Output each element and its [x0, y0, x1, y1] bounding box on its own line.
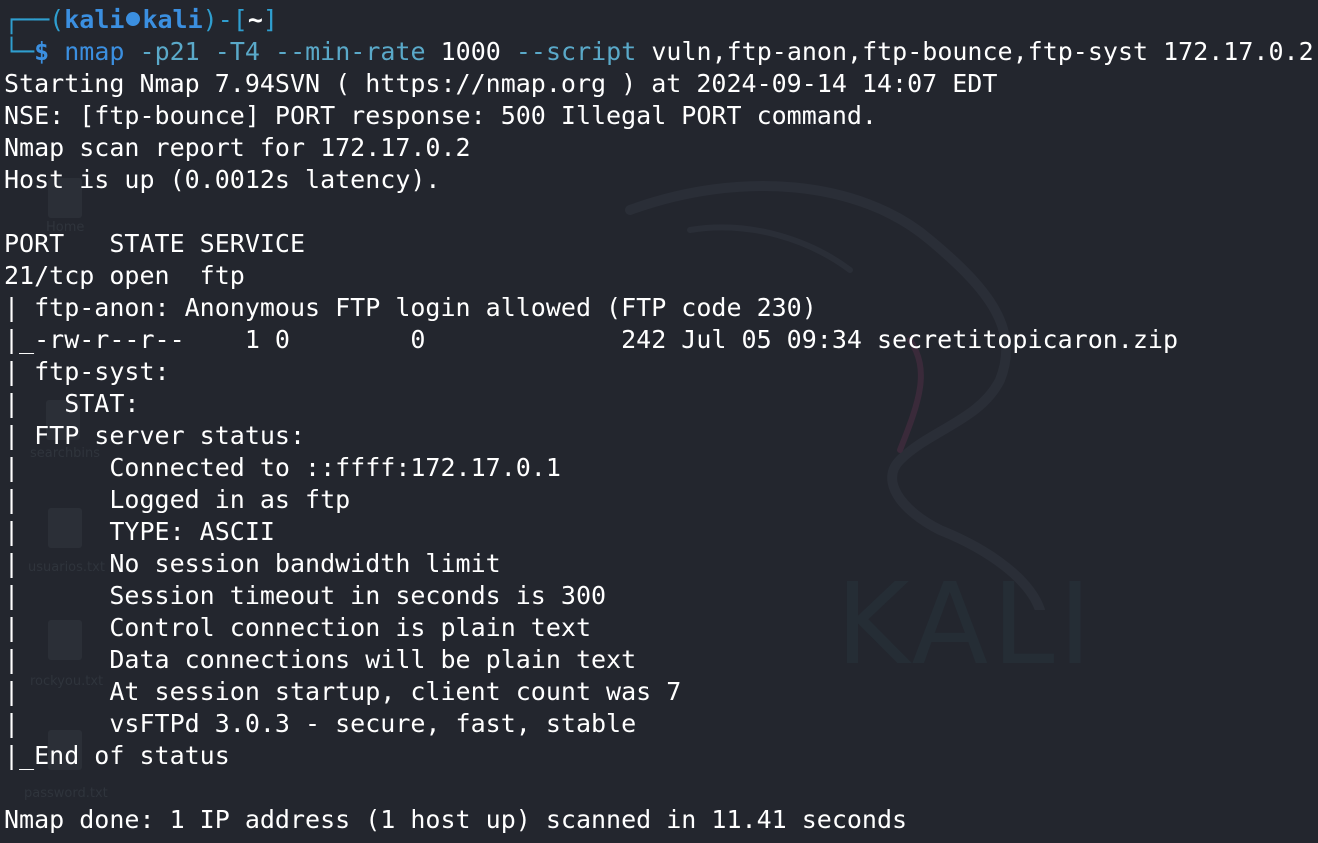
- output-line: | At session startup, client count was 7: [4, 677, 682, 706]
- output-line: |_-rw-r--r-- 1 0 0 242 Jul 05 09:34 secr…: [4, 325, 1178, 354]
- prompt-directory: ~: [247, 5, 263, 34]
- output-line: | vsFTPd 3.0.3 - secure, fast, stable: [4, 709, 637, 738]
- output-line: | ftp-syst:: [4, 357, 170, 386]
- kali-skull-icon: [126, 12, 141, 26]
- output-line: | FTP server status:: [4, 421, 306, 450]
- prompt-frame-bottom: └─: [4, 37, 35, 66]
- prompt-host: kali: [142, 5, 203, 34]
- command-value: vuln,ftp-anon,ftp-bounce,ftp-syst 172.17…: [651, 37, 1314, 66]
- output-line: Nmap done: 1 IP address (1 host up) scan…: [4, 805, 908, 834]
- prompt-dollar: $: [34, 37, 50, 66]
- output-line: | Logged in as ftp: [4, 485, 351, 514]
- output-line: Starting Nmap 7.94SVN ( https://nmap.org…: [4, 69, 998, 98]
- output-line: | No session bandwidth limit: [4, 549, 501, 578]
- output-line: | TYPE: ASCII: [4, 517, 275, 546]
- output-line: Nmap scan report for 172.17.0.2: [4, 133, 471, 162]
- output-line: | ftp-anon: Anonymous FTP login allowed …: [4, 293, 817, 322]
- command-option: -T4: [214, 37, 260, 66]
- prompt-bracket: )-[: [202, 5, 248, 34]
- prompt-bracket: ]: [262, 5, 278, 34]
- output-line: | Connected to ::ffff:172.17.0.1: [4, 453, 561, 482]
- output-line: | STAT:: [4, 389, 140, 418]
- prompt-line: ┌──(kali kali)-[~]: [4, 4, 1318, 36]
- command-line[interactable]: └─$ nmap -p21 -T4 --min-rate 1000 --scri…: [4, 36, 1318, 68]
- output-line: | Control connection is plain text: [4, 613, 591, 642]
- command-name: nmap: [64, 37, 125, 66]
- command-value: 1000: [440, 37, 501, 66]
- output-line: | Data connections will be plain text: [4, 645, 637, 674]
- output-line: Host is up (0.0012s latency).: [4, 165, 441, 194]
- output-line: |_End of status: [4, 741, 230, 770]
- output-line: | Session timeout in seconds is 300: [4, 581, 607, 610]
- output-line: NSE: [ftp-bounce] PORT response: 500 Ill…: [4, 101, 877, 130]
- output-line: 21/tcp open ftp: [4, 261, 245, 290]
- command-option: --script: [515, 37, 637, 66]
- command-option: -p21: [139, 37, 200, 66]
- prompt-user: kali: [64, 5, 125, 34]
- command-option: --min-rate: [275, 37, 426, 66]
- terminal-window[interactable]: Home searchbins usuarios.txt rockyou.txt…: [0, 0, 1318, 843]
- prompt-frame-top: ┌──(: [4, 5, 65, 34]
- output-line: PORT STATE SERVICE: [4, 229, 306, 258]
- terminal-output: ┌──(kali kali)-[~] └─$ nmap -p21 -T4 --mi…: [4, 4, 1318, 836]
